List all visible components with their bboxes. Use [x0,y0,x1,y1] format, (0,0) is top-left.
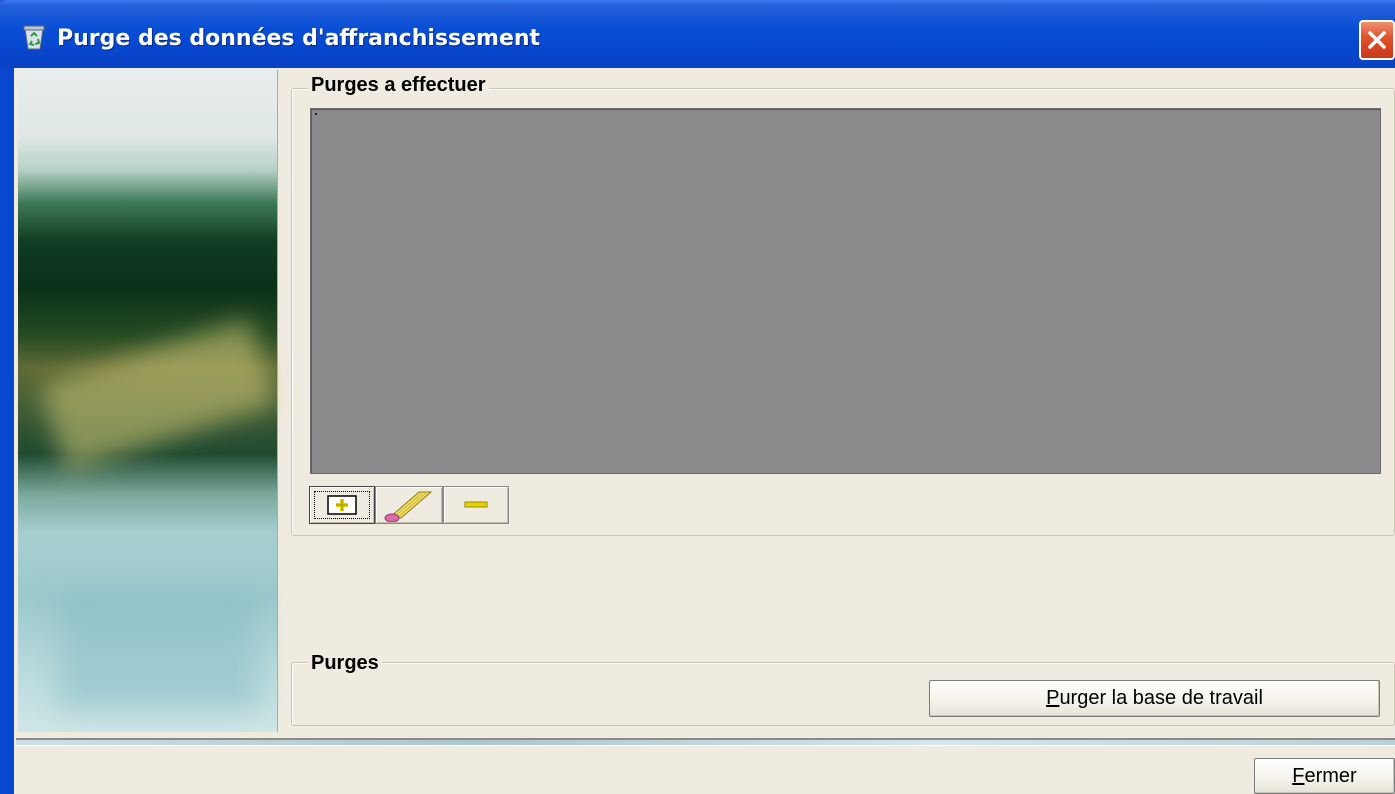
close-button-label: ermer [1304,764,1357,787]
add-button[interactable] [309,486,375,524]
window-title: Purge des données d'affranchissement [57,26,541,51]
banner-blur-highlight [39,318,277,472]
purges-legend: Purges [308,652,382,675]
close-window-button[interactable] [1359,20,1395,60]
focus-rectangle [314,491,370,519]
purge-button-mnemonic: P [1046,687,1060,709]
edit-button[interactable] [375,486,443,524]
banner-blur-water [58,590,258,710]
close-button-mnemonic: F [1292,764,1305,787]
list-focus-mark [315,113,317,115]
title-bar[interactable]: Purge des données d'affranchissement [0,0,1395,68]
close-button[interactable]: Fermer [1254,758,1395,794]
bottom-divider [16,738,1395,746]
recycle-bin-icon [22,24,46,50]
purge-button-label: urger la base de travail [1059,687,1263,709]
remove-button[interactable] [443,486,509,524]
purge-work-database-button[interactable]: Purger la base de travail [929,680,1380,717]
close-icon [1368,31,1386,49]
purges-list[interactable] [310,108,1381,474]
purges-a-effectuer-legend: Purges a effectuer [308,74,489,97]
pencil-icon [384,491,433,522]
minus-icon [464,501,488,508]
side-banner-image [18,70,278,732]
